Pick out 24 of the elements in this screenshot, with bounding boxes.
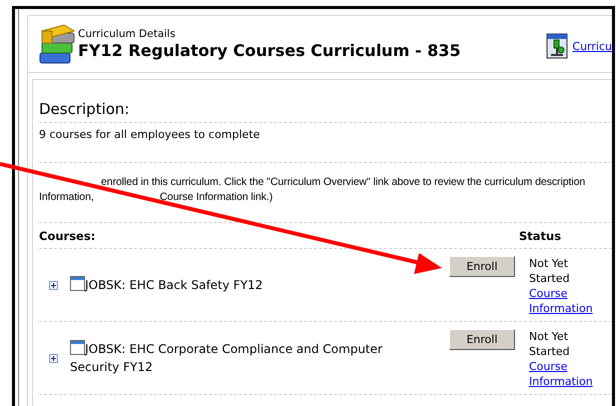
course-status: Not Yet Started bbox=[529, 256, 571, 286]
course-title: JOBSK: EHC Corporate Compliance and Computer Security FY12 bbox=[70, 340, 384, 376]
description-text: 9 courses for all employees to complete bbox=[39, 127, 261, 143]
microscope-icon bbox=[546, 33, 568, 59]
status-heading: Status bbox=[519, 228, 562, 242]
enrollment-notice: enrolled in this curriculum. Click the "Curriculum Overview" link above to review the curriculum description bbox=[101, 175, 586, 190]
courses-heading: Courses: bbox=[39, 228, 96, 242]
course-information-link[interactable]: Course Information bbox=[529, 359, 593, 389]
course-information-link[interactable]: Course Information bbox=[529, 286, 593, 316]
enroll-button[interactable]: Enroll bbox=[449, 329, 515, 350]
books-icon bbox=[38, 23, 76, 65]
description-heading: Description: bbox=[39, 100, 130, 120]
course-status: Not Yet Started bbox=[529, 329, 571, 359]
enrollment-notice: Course Information link.) bbox=[160, 190, 273, 205]
window-icon bbox=[70, 276, 85, 291]
expand-icon[interactable] bbox=[49, 354, 58, 362]
enroll-button[interactable]: Enroll bbox=[449, 256, 515, 277]
course-title: JOBSK: EHC Back Safety FY12 bbox=[70, 276, 410, 294]
expand-icon[interactable] bbox=[49, 280, 58, 290]
enrollment-notice: Information, bbox=[39, 190, 94, 205]
window-icon bbox=[70, 340, 85, 355]
page-subtitle: Curriculum Details bbox=[78, 28, 176, 40]
curriculum-link[interactable]: Curricu bbox=[572, 40, 612, 52]
curriculum-title: FY12 Regulatory Courses Curriculum - 835 bbox=[78, 41, 462, 60]
